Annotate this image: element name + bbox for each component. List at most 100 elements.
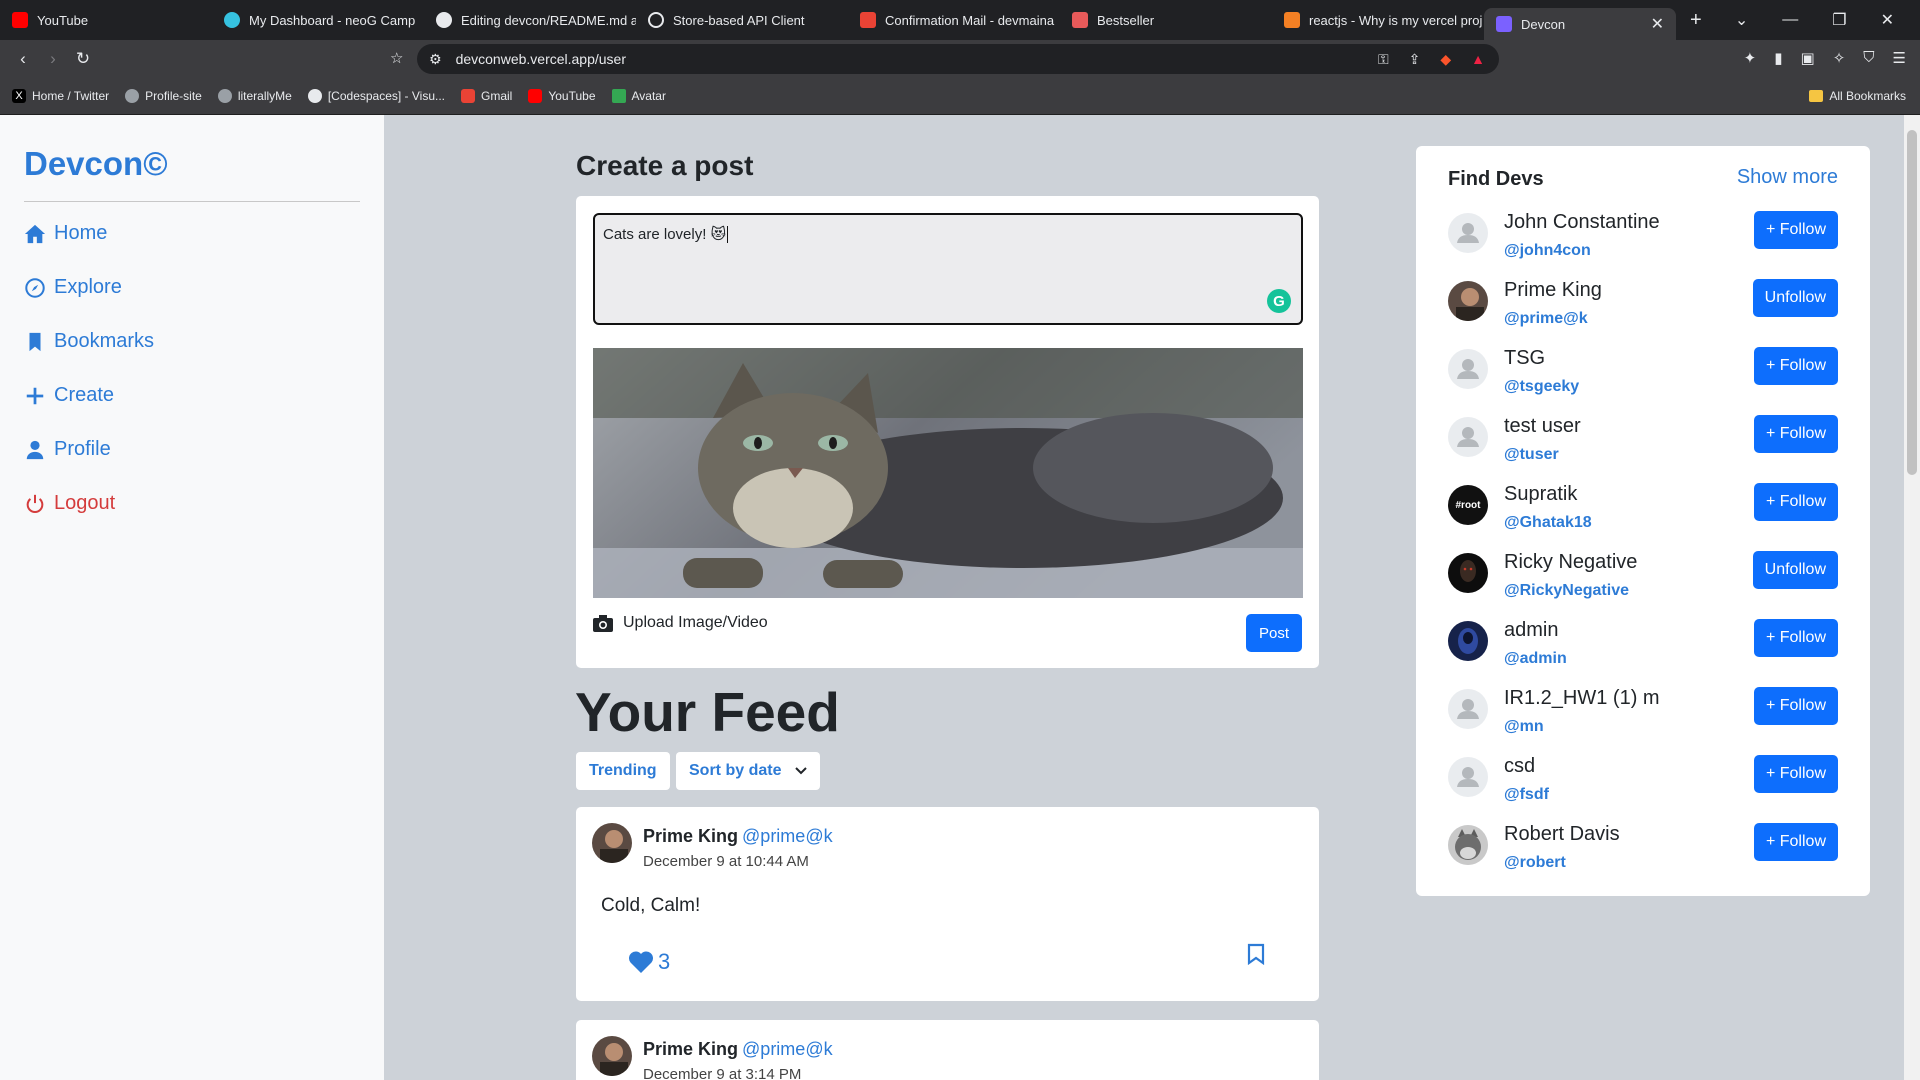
restore-icon[interactable]: ❐ <box>1832 10 1846 30</box>
bookmark-gmail[interactable]: Gmail <box>461 89 512 103</box>
dev-name[interactable]: Robert Davis <box>1504 823 1620 846</box>
sidebar-item-home[interactable]: Home <box>24 222 107 245</box>
dev-name[interactable]: Ricky Negative <box>1504 551 1637 574</box>
tab-devcon[interactable]: Devcon ✕ <box>1484 8 1676 40</box>
sidebar-toggle-icon[interactable]: ▮ <box>1774 49 1782 67</box>
password-key-icon[interactable]: ⚿ <box>1378 51 1389 68</box>
avatar[interactable] <box>1448 689 1488 729</box>
scrollbar-thumb[interactable] <box>1907 130 1917 475</box>
sidebar-item-explore[interactable]: Explore <box>24 276 122 299</box>
like-button[interactable]: 3 <box>628 949 670 975</box>
share-icon[interactable]: ⇪ <box>1409 51 1421 68</box>
post-button[interactable]: Post <box>1246 614 1302 652</box>
bookmark-youtube[interactable]: YouTube <box>528 89 596 103</box>
url-text[interactable]: devconweb.vercel.app/user <box>456 51 626 67</box>
sort-by-date-dropdown[interactable]: Sort by date <box>676 752 821 790</box>
avatar[interactable] <box>1448 825 1488 865</box>
tab-youtube[interactable]: YouTube <box>0 5 212 35</box>
bookmark-icon[interactable] <box>1247 943 1265 965</box>
dev-name[interactable]: admin <box>1504 619 1558 642</box>
tab-neog-dashboard[interactable]: My Dashboard - neoG Camp <box>212 5 424 35</box>
bookmark-profile-site[interactable]: Profile-site <box>125 89 202 103</box>
avatar[interactable] <box>1448 281 1488 321</box>
dev-name[interactable]: John Constantine <box>1504 211 1660 234</box>
tab-search-icon[interactable]: ⌄ <box>1735 10 1748 30</box>
avatar[interactable] <box>1448 417 1488 457</box>
menu-icon[interactable]: ☰ <box>1893 49 1906 67</box>
follow-button[interactable]: + Follow <box>1753 755 1838 793</box>
dev-handle[interactable]: @prime@k <box>1504 310 1588 328</box>
tab-github-readme[interactable]: Editing devcon/README.md a <box>424 5 636 35</box>
avatar[interactable] <box>1448 757 1488 797</box>
close-window-icon[interactable]: ✕ <box>1881 10 1894 30</box>
follow-button[interactable]: + Follow <box>1753 687 1838 725</box>
avatar[interactable] <box>1448 621 1488 661</box>
follow-button[interactable]: + Follow <box>1753 823 1838 861</box>
vpn-icon[interactable]: ⛉ <box>1863 49 1874 67</box>
brave-rewards-icon[interactable]: ▲ <box>1471 51 1485 67</box>
follow-button[interactable]: + Follow <box>1753 619 1838 657</box>
dev-name[interactable]: csd <box>1504 755 1535 778</box>
back-icon[interactable]: ‹ <box>8 49 38 69</box>
unfollow-button[interactable]: Unfollow <box>1752 551 1838 589</box>
follow-button[interactable]: + Follow <box>1753 347 1838 385</box>
dev-handle[interactable]: @fsdf <box>1504 786 1549 804</box>
dev-handle[interactable]: @mn <box>1504 718 1544 736</box>
tab-api-client[interactable]: Store-based API Client <box>636 5 848 35</box>
dev-name[interactable]: Prime King <box>1504 279 1602 302</box>
dev-handle[interactable]: @john4con <box>1504 242 1591 260</box>
dev-handle[interactable]: @RickyNegative <box>1504 582 1629 600</box>
minimize-icon[interactable]: — <box>1782 11 1798 29</box>
avatar[interactable] <box>1448 553 1488 593</box>
bookmark-codespaces[interactable]: [Codespaces] - Visu... <box>307 89 445 103</box>
sidebar-item-logout[interactable]: Logout <box>24 492 115 515</box>
close-tab-icon[interactable]: ✕ <box>1651 14 1664 34</box>
dev-handle[interactable]: @robert <box>1504 854 1566 872</box>
dev-name[interactable]: IR1.2_HW1 (1) m <box>1504 687 1660 710</box>
brave-shield-icon[interactable]: ◆ <box>1440 51 1451 68</box>
bookmark-twitter[interactable]: X Home / Twitter <box>12 89 109 103</box>
follow-button[interactable]: + Follow <box>1753 483 1838 521</box>
dev-name[interactable]: TSG <box>1504 347 1545 370</box>
grammarly-icon[interactable]: G <box>1267 289 1291 313</box>
app-brand[interactable]: Devcon© <box>24 145 168 183</box>
avatar[interactable] <box>592 1036 632 1076</box>
show-more-link[interactable]: Show more <box>1737 166 1838 189</box>
dev-name[interactable]: Supratik <box>1504 483 1577 506</box>
dev-handle[interactable]: @Ghatak18 <box>1504 514 1592 532</box>
wallet-icon[interactable]: ▣ <box>1801 49 1815 67</box>
avatar[interactable] <box>1448 349 1488 389</box>
sidebar-item-create[interactable]: Create <box>24 384 114 407</box>
follow-button[interactable]: + Follow <box>1753 211 1838 249</box>
post-author[interactable]: Prime King @prime@k <box>643 826 833 847</box>
bookmark-avatar[interactable]: Avatar <box>611 89 666 103</box>
sidebar-item-profile[interactable]: Profile <box>24 438 111 461</box>
avatar[interactable] <box>592 823 632 863</box>
all-bookmarks-button[interactable]: All Bookmarks <box>1809 89 1906 103</box>
post-text-input[interactable]: Cats are lovely! 😻 G <box>593 213 1303 325</box>
post-author[interactable]: Prime King @prime@k <box>643 1039 833 1060</box>
tab-stackoverflow[interactable]: reactjs - Why is my vercel proj <box>1272 5 1484 35</box>
dev-handle[interactable]: @tsgeeky <box>1504 378 1579 396</box>
reload-icon[interactable]: ↻ <box>68 49 98 69</box>
sidebar-item-bookmarks[interactable]: Bookmarks <box>24 330 154 353</box>
upload-media-button[interactable]: Upload Image/Video <box>593 614 768 632</box>
site-info-icon[interactable]: ⚙ <box>429 51 442 68</box>
extensions-icon[interactable]: ✦ <box>1744 49 1757 67</box>
follow-button[interactable]: + Follow <box>1753 415 1838 453</box>
bookmark-literallyme[interactable]: literallyMe <box>217 89 292 103</box>
dev-handle[interactable]: @admin <box>1504 650 1567 668</box>
tab-gmail[interactable]: Confirmation Mail - devmaina <box>848 5 1060 35</box>
trending-button[interactable]: Trending <box>576 752 670 790</box>
page-scrollbar[interactable] <box>1904 115 1920 1080</box>
avatar[interactable] <box>1448 213 1488 253</box>
dev-handle[interactable]: @tuser <box>1504 446 1559 464</box>
leo-ai-icon[interactable]: ✧ <box>1833 49 1846 67</box>
new-tab-button[interactable]: + <box>1676 9 1716 32</box>
unfollow-button[interactable]: Unfollow <box>1752 279 1838 317</box>
dev-name[interactable]: test user <box>1504 415 1581 438</box>
bookmark-page-icon[interactable]: ☆ <box>390 49 403 67</box>
avatar[interactable]: #root <box>1448 485 1488 525</box>
forward-icon[interactable]: › <box>38 49 68 69</box>
address-bar[interactable]: ⚙ devconweb.vercel.app/user ⚿ ⇪ ◆ ▲ <box>417 44 1499 74</box>
